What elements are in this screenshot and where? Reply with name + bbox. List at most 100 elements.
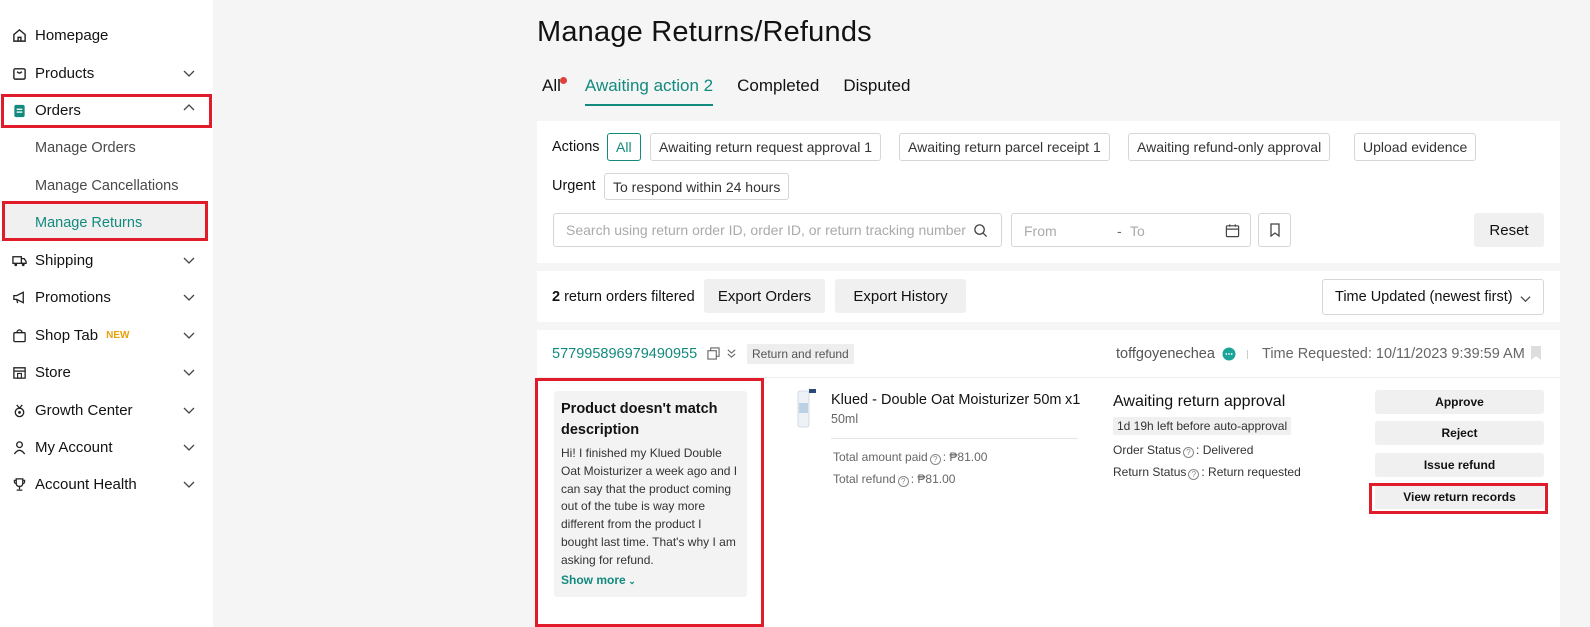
order-id-link[interactable]: 577995896979490955 [552, 346, 697, 362]
bookmark-icon[interactable] [1530, 346, 1542, 360]
megaphone-icon [11, 290, 27, 306]
search-input[interactable]: Search using return order ID, order ID, … [553, 213, 1002, 247]
nav-promotions[interactable]: Promotions [0, 279, 213, 316]
product-name: Klued - Double Oat Moisturizer 50ml [831, 392, 1061, 408]
nav-orders[interactable]: Orders [0, 92, 213, 129]
expand-icon[interactable] [726, 348, 737, 359]
chat-icon[interactable] [1222, 347, 1236, 361]
reject-button[interactable]: Reject [1375, 421, 1544, 445]
sidebar-item-manage-orders[interactable]: Manage Orders [0, 129, 213, 166]
nav-shipping[interactable]: Shipping [0, 242, 213, 279]
nav-homepage[interactable]: Homepage [0, 17, 213, 54]
results-toolbar: 2 return orders filtered Export Orders E… [537, 271, 1560, 322]
results-count: 2 return orders filtered [552, 289, 695, 305]
view-return-records-button[interactable]: View return records [1375, 485, 1544, 509]
help-icon[interactable]: ? [897, 476, 909, 487]
sidebar: Homepage Products Orders Manage Orders M… [0, 0, 213, 627]
nav-label: Shipping [35, 252, 94, 269]
export-history-button[interactable]: Export History [835, 279, 966, 313]
product-quantity: x1 [1065, 392, 1081, 408]
total-refund-value: : ₱81.00 [910, 472, 956, 486]
nav-label: Account Health [35, 476, 137, 493]
nav-products[interactable]: Products [0, 55, 213, 92]
time-requested: Time Requested: 10/11/2023 9:39:59 AM [1262, 346, 1525, 362]
return-type-badge: Return and refund [747, 344, 854, 364]
total-paid-label: Total amount paid [833, 450, 928, 464]
sidebar-item-manage-returns[interactable]: Manage Returns [4, 204, 207, 241]
chevron-down-icon [1520, 296, 1531, 303]
bag-icon [11, 328, 27, 344]
bookmark-icon [1269, 223, 1280, 237]
bookmark-button[interactable] [1258, 213, 1291, 247]
export-orders-button[interactable]: Export Orders [704, 279, 825, 313]
sort-value: Time Updated (newest first) [1335, 289, 1513, 305]
nav-store[interactable]: Store [0, 354, 213, 391]
nav-my-account[interactable]: My Account [0, 429, 213, 466]
chevron-down-icon [183, 444, 195, 451]
filter-chip-awaiting-refund-only[interactable]: Awaiting refund-only approval [1128, 133, 1331, 161]
copy-icon[interactable] [707, 347, 720, 360]
issue-refund-button[interactable]: Issue refund [1375, 453, 1544, 477]
reason-text: Hi! I finished my Klued Double Oat Moist… [561, 446, 738, 567]
date-to: To [1130, 223, 1145, 239]
reset-button[interactable]: Reset [1474, 213, 1544, 247]
divider [1247, 350, 1248, 359]
tab-all[interactable]: All [542, 76, 567, 106]
help-icon[interactable]: ? [1188, 469, 1200, 480]
help-icon[interactable]: ? [1183, 447, 1195, 458]
return-status-value: : Return requested [1201, 465, 1301, 479]
return-status: Return Status?: Return requested [1113, 465, 1301, 480]
tab-completed[interactable]: Completed [737, 76, 819, 106]
user-icon [11, 440, 27, 456]
filter-chip-awaiting-parcel-receipt[interactable]: Awaiting return parcel receipt 1 [899, 133, 1110, 161]
tab-label: All [542, 76, 561, 95]
page-title: Manage Returns/Refunds [537, 16, 872, 48]
reason-title: Product doesn't match description [561, 401, 718, 438]
nav-growth-center[interactable]: Growth Center [0, 392, 213, 429]
chevron-down-icon [183, 257, 195, 264]
clipboard-icon [11, 103, 27, 119]
chevron-down-icon: ⌄ [625, 575, 636, 586]
total-paid-value: : ₱81.00 [942, 450, 988, 464]
divider [831, 438, 1078, 439]
date-range-picker[interactable]: From - To [1011, 213, 1251, 247]
nav-label: Shop Tab [35, 327, 99, 344]
new-badge: NEW [106, 330, 130, 341]
nav-account-health[interactable]: Account Health [0, 466, 213, 503]
box-icon [11, 66, 27, 82]
show-more-label: Show more [561, 572, 626, 587]
filter-chip-all[interactable]: All [607, 133, 641, 161]
chevron-up-icon [183, 104, 195, 111]
order-status: Order Status?: Delivered [1113, 443, 1253, 458]
show-more-link[interactable]: Show more ⌄ [561, 573, 740, 587]
total-refund-label: Total refund [833, 472, 896, 486]
sort-select[interactable]: Time Updated (newest first) [1322, 279, 1544, 315]
filter-chip-respond-24h[interactable]: To respond within 24 hours [604, 173, 790, 200]
results-count-number: 2 [552, 289, 561, 305]
order-status-value: : Delivered [1196, 443, 1254, 457]
urgent-label: Urgent [552, 178, 596, 194]
tab-awaiting-action[interactable]: Awaiting action 2 [584, 76, 714, 106]
order-status-label: Order Status [1113, 443, 1182, 457]
trophy-icon [11, 477, 27, 493]
approve-button[interactable]: Approve [1375, 390, 1544, 414]
tab-disputed[interactable]: Disputed [843, 76, 910, 106]
total-refund: Total refund?: ₱81.00 [833, 472, 955, 487]
sidebar-item-manage-cancellations[interactable]: Manage Cancellations [0, 167, 213, 204]
chevron-down-icon [183, 407, 195, 414]
chevron-down-icon [183, 332, 195, 339]
results-count-suffix: return orders filtered [560, 289, 695, 305]
date-from: From [1024, 223, 1057, 239]
calendar-icon [1225, 224, 1240, 238]
nav-shop-tab[interactable]: Shop Tab NEW [0, 317, 213, 354]
filter-chip-upload-evidence[interactable]: Upload evidence [1354, 133, 1477, 161]
return-reason-box: Product doesn't match description Hi! I … [554, 391, 747, 597]
return-status-title: Awaiting return approval [1113, 393, 1286, 410]
auto-approval-badge: 1d 19h left before auto-approval [1113, 417, 1292, 435]
buyer-name[interactable]: toffgoyenechea [1116, 346, 1215, 362]
return-status-label: Return Status [1113, 465, 1187, 479]
search-placeholder: Search using return order ID, order ID, … [566, 222, 966, 238]
filter-chip-awaiting-return-request[interactable]: Awaiting return request approval 1 [650, 133, 881, 161]
filter-panel: Actions All Awaiting return request appr… [537, 121, 1560, 263]
help-icon[interactable]: ? [929, 454, 941, 465]
